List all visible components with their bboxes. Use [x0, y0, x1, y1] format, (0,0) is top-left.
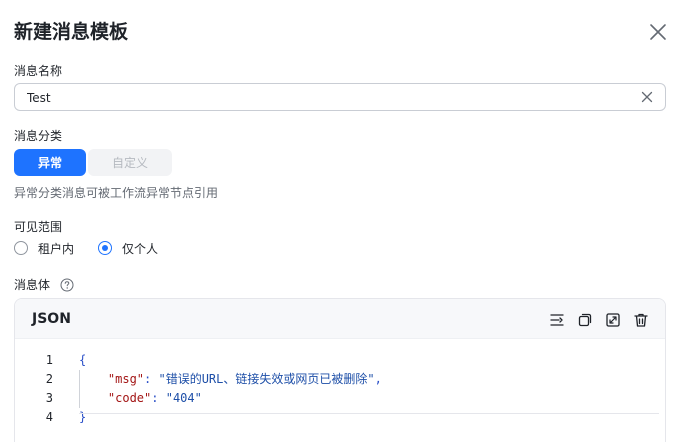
line-number: 4 [45, 410, 53, 424]
category-hint: 异常分类消息可被工作流异常节点引用 [14, 186, 219, 200]
new-message-template-dialog: 新建消息模板 消息名称 消息分类 异常 自定义 异常分类消息可被工作流异常节点引… [0, 0, 685, 442]
radio-checked-icon[interactable] [98, 241, 112, 255]
copy-icon[interactable] [577, 312, 593, 328]
line-number: 1 [45, 353, 53, 367]
visibility-label: 可见范围 [14, 220, 63, 234]
code-line: 4 } [15, 408, 665, 427]
indent-guide [79, 370, 80, 408]
current-line-indicator [79, 413, 659, 414]
close-icon[interactable] [647, 21, 669, 43]
visibility-option-personal[interactable]: 仅个人 [98, 240, 158, 256]
message-body-label: 消息体 [14, 278, 51, 292]
code-line: 3 "code": "404" [15, 389, 665, 408]
code-text: { [79, 351, 86, 370]
json-key: "code" [107, 391, 152, 405]
category-option-custom[interactable]: 自定义 [88, 149, 172, 176]
code-area[interactable]: 1 { 2 "msg": "错误的URL、链接失效或网页已被删除", 3 "co… [15, 351, 665, 427]
editor-language: JSON [32, 311, 71, 327]
visibility-option-tenant-label: 租户内 [38, 241, 75, 256]
clear-icon[interactable] [641, 91, 653, 103]
code-text: "code": "404" [107, 391, 202, 405]
visibility-option-tenant[interactable]: 租户内 [14, 240, 74, 256]
message-category-label: 消息分类 [14, 129, 63, 143]
radio-unchecked-icon[interactable] [14, 241, 28, 255]
code-line: 1 { [15, 351, 665, 370]
code-text: } [79, 408, 86, 427]
open-brace: { [79, 353, 87, 367]
delete-icon[interactable] [633, 312, 649, 328]
editor-toolbar: JSON [15, 299, 665, 339]
fullscreen-icon[interactable] [605, 312, 621, 328]
visibility-option-personal-label: 仅个人 [122, 241, 159, 256]
help-icon[interactable] [60, 278, 74, 292]
code-text: "msg": "错误的URL、链接失效或网页已被删除", [107, 372, 382, 386]
message-name-label: 消息名称 [14, 64, 63, 78]
code-line: 2 "msg": "错误的URL、链接失效或网页已被删除", [15, 370, 665, 389]
category-option-exception[interactable]: 异常 [14, 149, 86, 176]
json-value: "404" [165, 391, 202, 405]
json-editor[interactable]: JSON 1 { 2 "msg": "错误的URL、链接失效或网页已被删除", … [14, 298, 666, 442]
line-number: 2 [45, 372, 53, 386]
json-value: "错误的URL、链接失效或网页已被删除" [158, 372, 375, 386]
line-number: 3 [45, 391, 53, 405]
message-name-field[interactable] [14, 83, 666, 111]
json-key: "msg" [107, 372, 145, 386]
dialog-title: 新建消息模板 [14, 21, 129, 43]
message-name-input[interactable] [27, 89, 627, 106]
format-icon[interactable] [549, 312, 565, 328]
